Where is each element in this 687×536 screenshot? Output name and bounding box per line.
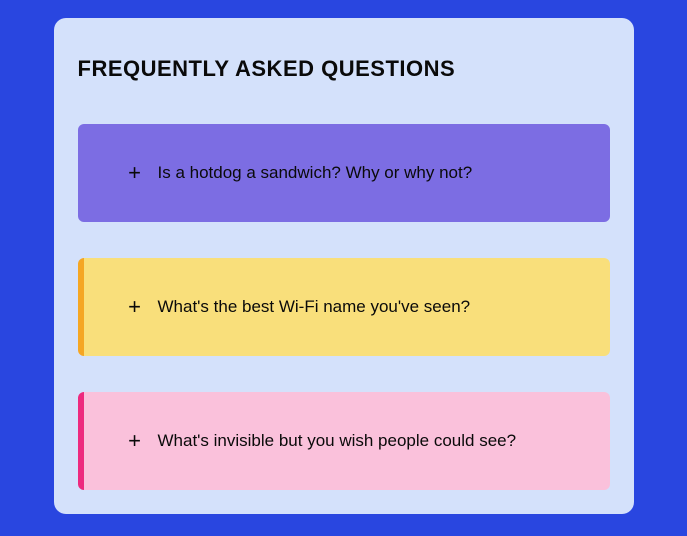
faq-question: Is a hotdog a sandwich? Why or why not? bbox=[158, 163, 473, 183]
faq-question: What's invisible but you wish people cou… bbox=[158, 431, 517, 451]
faq-item-wifi[interactable]: + What's the best Wi-Fi name you've seen… bbox=[78, 258, 610, 356]
faq-container: FREQUENTLY ASKED QUESTIONS + Is a hotdog… bbox=[54, 18, 634, 514]
plus-icon: + bbox=[126, 162, 144, 184]
faq-item-hotdog[interactable]: + Is a hotdog a sandwich? Why or why not… bbox=[78, 124, 610, 222]
faq-question: What's the best Wi-Fi name you've seen? bbox=[158, 297, 471, 317]
plus-icon: + bbox=[126, 430, 144, 452]
plus-icon: + bbox=[126, 296, 144, 318]
faq-item-invisible[interactable]: + What's invisible but you wish people c… bbox=[78, 392, 610, 490]
faq-title: FREQUENTLY ASKED QUESTIONS bbox=[78, 56, 610, 82]
